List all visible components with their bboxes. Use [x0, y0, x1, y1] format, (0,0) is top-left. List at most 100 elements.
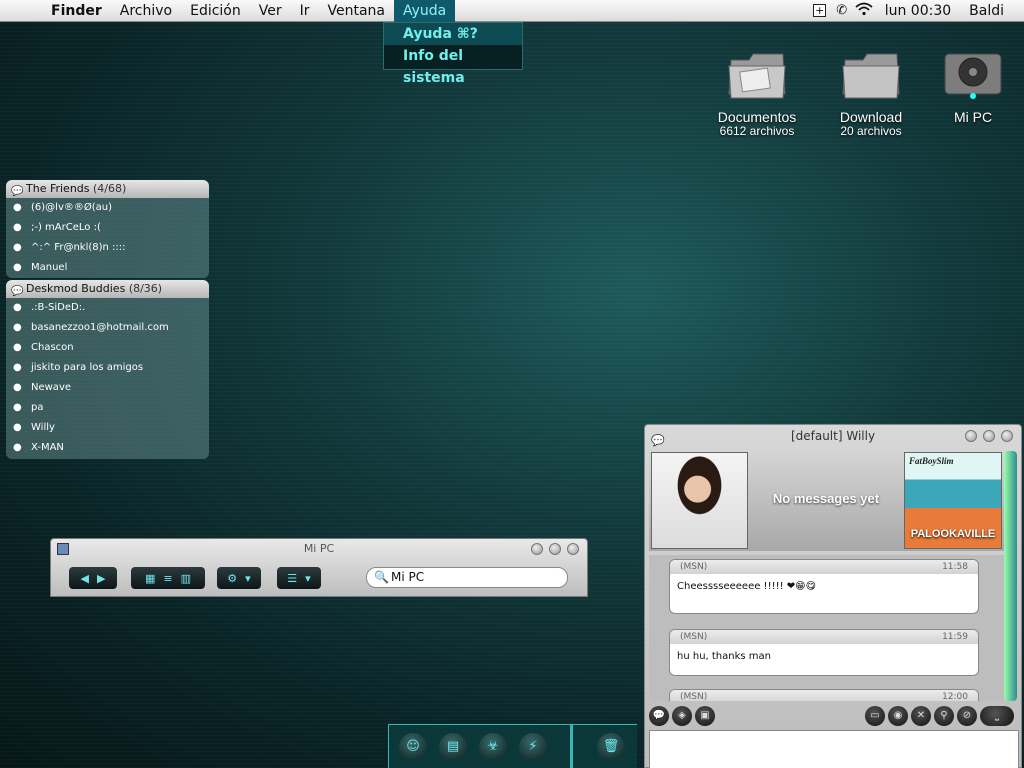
buddy-status-icon: ●	[13, 382, 22, 393]
folder-icon	[839, 46, 903, 102]
icon-view-icon[interactable]: ▦	[145, 572, 155, 585]
close-button[interactable]	[567, 543, 579, 555]
buddy-name: Manuel	[31, 262, 68, 273]
buddy-name: ;-) mArCeLo :(	[31, 222, 101, 233]
buddy-status-icon: ●	[13, 422, 22, 433]
buddy-item[interactable]: ● X-MAN	[6, 438, 209, 458]
menu-ver[interactable]: Ver	[250, 0, 291, 22]
folder-dock-icon[interactable]: ▤	[439, 733, 467, 761]
add-icon[interactable]: +	[809, 3, 831, 18]
buddy-name: jiskito para los amigos	[31, 362, 144, 373]
zoom-button[interactable]	[983, 430, 995, 442]
chevron-down-icon: ▾	[245, 571, 251, 585]
phone-icon[interactable]: ✆	[831, 3, 853, 18]
chat-message: (MSN) 11:58 Cheesssseeeeee !!!!! ❤😁😋	[669, 559, 979, 614]
app-dock-icon[interactable]: ⚡	[519, 733, 547, 761]
group-count: (8/36)	[128, 282, 163, 295]
group-count: (4/68)	[93, 182, 127, 195]
minimize-button[interactable]	[531, 543, 543, 555]
forward-icon[interactable]: ▶	[97, 572, 105, 585]
buddy-item[interactable]: ● ^:^ Fr@nkl(8)n ::::	[6, 238, 209, 258]
finder-icon	[57, 543, 69, 555]
trash-icon[interactable]: 🗑	[597, 733, 625, 761]
chat-window: 💬 [default] Willy No messages yet FatBoy…	[644, 424, 1022, 768]
minimize-button[interactable]	[965, 430, 977, 442]
buddy-item[interactable]: ● (6)@lv®®Ø(au)	[6, 198, 209, 218]
arrange-icon: ☰	[287, 571, 298, 585]
menu-finder[interactable]: Finder	[42, 0, 111, 22]
group-header[interactable]: 💬 The Friends (4/68)	[6, 180, 209, 198]
finder-toolbar: ◀ ▶ ▦ ≡ ▥ ⚙ ▾ ☰ ▾ 🔍 Mi PC	[51, 561, 587, 591]
no-messages-label: No messages yet	[772, 491, 880, 506]
search-input[interactable]: 🔍 Mi PC	[366, 567, 568, 588]
buddy-item[interactable]: ● ;-) mArCeLo :(	[6, 218, 209, 238]
chat-titlebar[interactable]: 💬 [default] Willy	[645, 425, 1021, 447]
buddy-item[interactable]: ● .:B-SiDeD:.	[6, 298, 209, 318]
buddy-status-icon: ●	[13, 342, 22, 353]
group-header[interactable]: 💬 Deskmod Buddies (8/36)	[6, 280, 209, 298]
back-icon[interactable]: ◀	[81, 572, 89, 585]
buddy-item[interactable]: ● pa	[6, 398, 209, 418]
block-icon[interactable]: ⊘	[957, 706, 977, 726]
desktop-icon-mi-pc[interactable]: Mi PC	[933, 46, 1013, 125]
biohazard-dock-icon[interactable]: ☣	[479, 733, 507, 761]
search-icon: 🔍	[374, 570, 389, 584]
menu-edicion[interactable]: Edición	[181, 0, 250, 22]
chat-scrollbar[interactable]	[1004, 451, 1017, 701]
view-mode-buttons[interactable]: ▦ ≡ ▥	[131, 567, 205, 589]
finder-titlebar[interactable]: Mi PC	[51, 539, 587, 559]
list-view-icon[interactable]: ≡	[163, 572, 172, 585]
chat-toolbar: 💬 ◈ ▣ ▭ ◉ ✕ ⚲ ⊘ ⎵	[649, 704, 1017, 728]
action-button[interactable]: ⚙ ▾	[217, 567, 261, 589]
contact-avatar	[651, 452, 748, 549]
finder-dock-icon[interactable]: ☺	[399, 733, 427, 761]
image-icon[interactable]: ▭	[865, 706, 885, 726]
wifi-icon[interactable]	[853, 2, 875, 20]
desktop-icon-label: Download	[839, 109, 903, 125]
folder-icon	[725, 46, 789, 102]
buddy-item[interactable]: ● basanezzoo1@hotmail.com	[6, 318, 209, 338]
buddy-name: .:B-SiDeD:.	[31, 302, 86, 313]
buddy-item[interactable]: ● Manuel	[6, 258, 209, 278]
buddy-status-icon: ●	[13, 262, 22, 273]
arrange-button[interactable]: ☰ ▾	[277, 567, 321, 589]
desktop-icon-label: Documentos	[717, 109, 797, 125]
desktop-icon-documentos[interactable]: Documentos 6612 archivos	[712, 46, 802, 138]
message-time: 12:00	[942, 692, 968, 701]
menu-item-ayuda[interactable]: Ayuda ⌘?	[384, 23, 522, 45]
search-icon[interactable]: ⚲	[934, 706, 954, 726]
menu-ir[interactable]: Ir	[291, 0, 319, 22]
buddy-item[interactable]: ● Newave	[6, 378, 209, 398]
chat-bubble-icon[interactable]: 💬	[649, 706, 669, 726]
buddy-item[interactable]: ● Willy	[6, 418, 209, 438]
menu-ayuda[interactable]: Ayuda	[394, 0, 456, 22]
album-band-name: FatBoySlim	[909, 456, 954, 466]
column-view-icon[interactable]: ▥	[181, 572, 191, 585]
message-time: 11:58	[942, 562, 968, 572]
emoticon-icon[interactable]: ◈	[672, 706, 692, 726]
zoom-button[interactable]	[549, 543, 561, 555]
menubar-clock[interactable]: lun 00:30	[875, 3, 963, 19]
buddy-name: Newave	[31, 382, 72, 393]
chat-title: [default] Willy	[790, 429, 876, 443]
finder-icon[interactable]: ▣	[695, 706, 715, 726]
buddy-item[interactable]: ● Chascon	[6, 338, 209, 358]
dock-separator	[570, 725, 573, 768]
group-name: The Friends	[26, 182, 90, 195]
send-button[interactable]: ⎵	[980, 706, 1014, 726]
menu-bar: Finder Archivo Edición Ver Ir Ventana Ay…	[0, 0, 1024, 22]
menubar-user[interactable]: Baldi	[963, 3, 1024, 19]
buddy-item[interactable]: ● jiskito para los amigos	[6, 358, 209, 378]
close-button[interactable]	[1001, 430, 1013, 442]
desktop-icon-download[interactable]: Download 20 archivos	[826, 46, 916, 138]
menu-archivo[interactable]: Archivo	[111, 0, 181, 22]
chat-input[interactable]	[649, 730, 1019, 768]
back-forward-buttons[interactable]: ◀ ▶	[69, 567, 117, 589]
menu-ventana[interactable]: Ventana	[319, 0, 395, 22]
tools-icon[interactable]: ✕	[911, 706, 931, 726]
gear-icon: ⚙	[227, 571, 238, 585]
menu-item-info-sistema[interactable]: Info del sistema	[384, 45, 522, 86]
film-icon[interactable]: ◉	[888, 706, 908, 726]
buddy-status-icon: ●	[13, 322, 22, 333]
message-service: (MSN)	[680, 632, 708, 642]
